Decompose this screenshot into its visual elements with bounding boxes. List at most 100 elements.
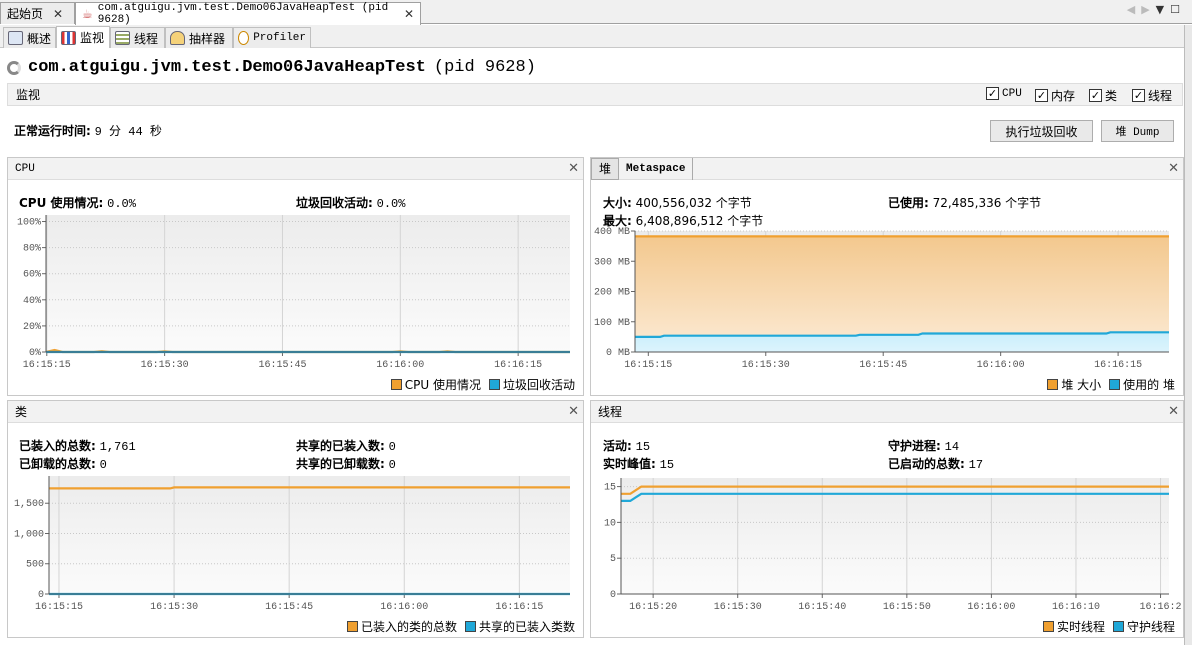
java-cup-icon: ☕ bbox=[82, 7, 93, 21]
y-tick-label: 300 MB bbox=[594, 257, 630, 268]
y-tick-label: 0 bbox=[610, 590, 616, 601]
plot-background bbox=[621, 478, 1169, 594]
legend-label: 共享的已装入类数 bbox=[478, 620, 575, 634]
legend-swatch-orange bbox=[1047, 379, 1059, 390]
legend-label: 实时线程 bbox=[1056, 620, 1105, 634]
y-tick-label: 200 MB bbox=[594, 288, 630, 299]
x-tick-label: 16:16:10 bbox=[1052, 602, 1100, 613]
perform-gc-button[interactable]: 执行垃圾回收 bbox=[990, 120, 1093, 142]
legend-label: 已装入的类的总数 bbox=[360, 620, 457, 634]
checkbox-threads[interactable]: ✓ 线程 bbox=[1132, 87, 1172, 104]
x-tick-label: 16:15:45 bbox=[258, 360, 306, 371]
legend-label: 堆 大小 bbox=[1061, 378, 1102, 392]
checkbox-label: CPU bbox=[1002, 87, 1022, 100]
tab-app[interactable]: ☕ com.atguigu.jvm.test.Demo06JavaHeapTest… bbox=[75, 2, 421, 26]
threads-chart: 0 5 10 15 16:15:20 16:15:30 16:15:40 16:15:50 16… bbox=[604, 478, 1182, 613]
loading-spinner-icon bbox=[7, 60, 21, 75]
tab-profiler[interactable]: Profiler bbox=[233, 27, 311, 48]
tab-label: com.atguigu.jvm.test.Demo06JavaHeapTest … bbox=[97, 2, 389, 26]
y-tick-label: 100% bbox=[17, 218, 41, 229]
y-tick-label: 15 bbox=[604, 483, 616, 494]
checkbox-label: 类 bbox=[1105, 89, 1118, 103]
tab-navigation: ◀▶▼☐ bbox=[1127, 3, 1186, 16]
app-name: com.atguigu.jvm.test.Demo06JavaHeapTest bbox=[28, 58, 426, 77]
y-tick-label: 80% bbox=[23, 244, 41, 255]
y-tick-label: 500 bbox=[26, 560, 44, 571]
heap-chart: 0 MB 100 MB 200 MB 300 MB 400 MB 16:15:15 16:1… bbox=[594, 227, 1169, 371]
sampler-icon bbox=[170, 31, 185, 45]
tab-sampler[interactable]: 抽样器 bbox=[165, 27, 233, 48]
heap-dump-button[interactable]: 堆 Dump bbox=[1101, 120, 1174, 142]
classes-panel: 类 ✕ 已装入的总数: 1,761 共享的已装入数: 0 已卸载的总数: 0 共享… bbox=[7, 400, 584, 638]
tab-start-page[interactable]: 起始页 ✕ bbox=[0, 2, 75, 24]
y-tick-label: 10 bbox=[604, 518, 616, 529]
y-tick-label: 5 bbox=[610, 554, 616, 565]
y-tick-label: 0 MB bbox=[606, 348, 630, 359]
x-tick-label: 16:15:45 bbox=[265, 602, 313, 613]
overview-icon bbox=[8, 31, 23, 45]
checkbox-icon[interactable]: ✓ bbox=[1089, 89, 1102, 102]
legend-swatch-blue bbox=[1109, 379, 1121, 390]
x-tick-label: 16:15:30 bbox=[150, 602, 198, 613]
plot-background bbox=[49, 476, 570, 594]
view-tab-bar: 概述 监视 线程 抽样器 Profiler bbox=[0, 25, 1192, 48]
x-tick-label: 16:15:20 bbox=[629, 602, 677, 613]
y-tick-label: 40% bbox=[23, 296, 41, 307]
legend-swatch-orange bbox=[346, 621, 358, 632]
legend-swatch-blue bbox=[488, 379, 500, 390]
tab-threads[interactable]: 线程 bbox=[110, 27, 165, 48]
x-tick-label: 16:15:15 bbox=[624, 360, 672, 371]
x-tick-label: 16:15:30 bbox=[714, 602, 762, 613]
cpu-chart: 0% 20% 40% 60% 80% 100% 16:15:15 16:15:30 16:15:… bbox=[17, 215, 570, 371]
checkbox-classes[interactable]: ✓ 类 bbox=[1089, 87, 1117, 104]
legend-label: CPU 使用情况 bbox=[404, 378, 481, 392]
legend-swatch-blue bbox=[464, 621, 476, 632]
scroll-left-icon[interactable]: ◀ bbox=[1127, 3, 1141, 16]
checkbox-icon[interactable]: ✓ bbox=[986, 87, 999, 100]
checkbox-label: 内存 bbox=[1051, 89, 1076, 103]
y-tick-label: 100 MB bbox=[594, 318, 630, 329]
close-icon[interactable]: ✕ bbox=[53, 7, 63, 21]
threads-icon bbox=[115, 31, 130, 45]
checkbox-cpu[interactable]: ✓ CPU bbox=[986, 87, 1022, 100]
y-tick-label: 0% bbox=[29, 348, 41, 359]
vertical-scrollbar[interactable] bbox=[1184, 25, 1192, 645]
cpu-panel: CPU ✕ CPU 使用情况: 0.0% 垃圾回收活动: 0.0% 0% 20% 40… bbox=[7, 157, 584, 396]
legend-swatch-blue bbox=[1112, 621, 1124, 632]
x-tick-label: 16:16:00 bbox=[380, 602, 428, 613]
legend-swatch-orange bbox=[390, 379, 402, 390]
y-tick-label: 1,500 bbox=[14, 499, 44, 510]
x-tick-label: 16:16:00 bbox=[977, 360, 1025, 371]
legend-swatch-orange bbox=[1042, 621, 1054, 632]
checkbox-memory[interactable]: ✓ 内存 bbox=[1035, 87, 1075, 104]
chart-legend: CPU 使用情况 垃圾回收活动 bbox=[383, 376, 575, 393]
x-tick-label: 16:15:30 bbox=[141, 360, 189, 371]
uptime-value: 9 分 44 秒 bbox=[94, 125, 162, 139]
x-tick-label: 16:15:50 bbox=[883, 602, 931, 613]
tab-label: 抽样器 bbox=[189, 31, 226, 46]
checkbox-icon[interactable]: ✓ bbox=[1132, 89, 1145, 102]
legend-label: 使用的 堆 bbox=[1123, 378, 1175, 392]
tab-overview[interactable]: 概述 bbox=[3, 27, 56, 48]
tab-list-dropdown-icon[interactable]: ▼ bbox=[1156, 3, 1170, 16]
tab-label: 监视 bbox=[80, 31, 105, 45]
y-tick-label: 0 bbox=[38, 590, 44, 601]
x-tick-label: 16:16:15 bbox=[1094, 360, 1142, 371]
scroll-right-icon[interactable]: ▶ bbox=[1141, 3, 1155, 16]
uptime-label: 正常运行时间: bbox=[14, 124, 91, 138]
tab-label: 起始页 bbox=[7, 7, 44, 21]
tab-label: Profiler bbox=[253, 32, 306, 44]
x-tick-label: 16:16:2 bbox=[1140, 602, 1182, 613]
y-tick-label: 20% bbox=[23, 322, 41, 333]
x-tick-label: 16:16:00 bbox=[967, 602, 1015, 613]
threads-panel: 线程 ✕ 活动: 15 守护进程: 14 实时峰值: 15 已启动的总数: 17 … bbox=[590, 400, 1184, 638]
checkbox-icon[interactable]: ✓ bbox=[1035, 89, 1048, 102]
x-tick-label: 16:15:30 bbox=[742, 360, 790, 371]
profiler-clock-icon bbox=[238, 31, 250, 45]
close-icon[interactable]: ✕ bbox=[404, 7, 414, 21]
x-tick-label: 16:16:00 bbox=[376, 360, 424, 371]
tab-monitor[interactable]: 监视 bbox=[56, 26, 110, 48]
chart-legend: 实时线程 守护线程 bbox=[1035, 618, 1175, 635]
maximize-icon[interactable]: ☐ bbox=[1170, 3, 1186, 16]
x-tick-label: 16:15:15 bbox=[23, 360, 71, 371]
